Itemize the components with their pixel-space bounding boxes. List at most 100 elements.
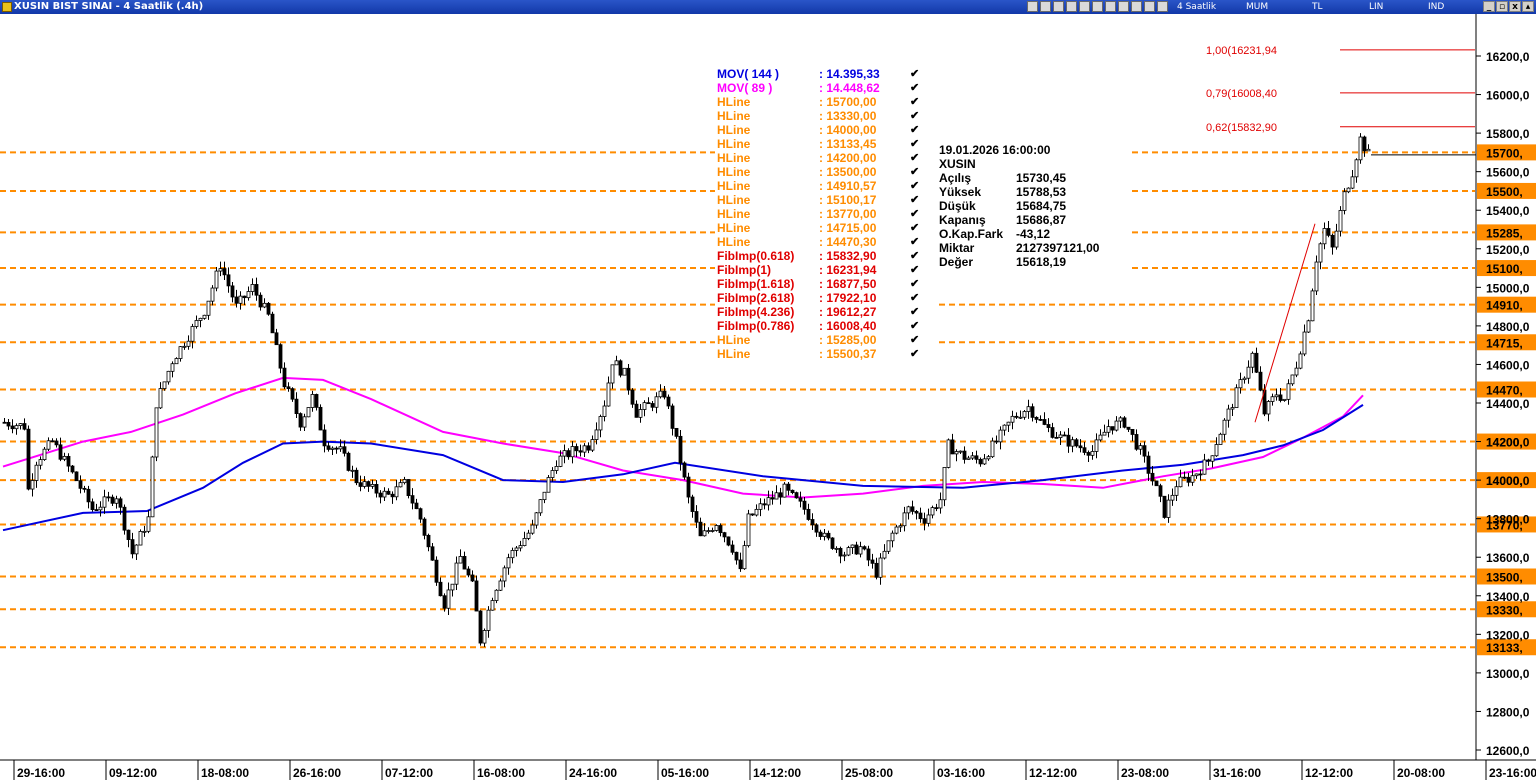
legend-name: HLine	[717, 235, 751, 249]
toolbar-grid-icon[interactable]	[1105, 1, 1116, 12]
currency-selector[interactable]: TL	[1312, 0, 1323, 14]
check-icon[interactable]: ✔	[910, 193, 919, 207]
candle-body	[646, 402, 651, 405]
candle-body	[1286, 383, 1291, 400]
candle-body	[970, 455, 975, 459]
check-icon[interactable]: ✔	[910, 179, 919, 193]
candle-body	[122, 506, 127, 531]
candle-body	[1122, 417, 1127, 428]
candle-body	[746, 513, 751, 547]
check-icon[interactable]: ✔	[910, 249, 919, 263]
candle-body	[458, 556, 463, 564]
toolbar-open-icon[interactable]	[1027, 1, 1038, 12]
legend-value: : 14715,00	[819, 221, 877, 235]
hline-label: 15500,	[1486, 185, 1523, 199]
candle-body	[158, 388, 163, 409]
check-icon[interactable]: ✔	[910, 207, 919, 221]
restore-button[interactable]: ▴	[1522, 1, 1534, 12]
info-value: 15684,75	[1016, 199, 1067, 213]
check-icon[interactable]: ✔	[910, 277, 919, 291]
check-icon[interactable]: ✔	[910, 333, 919, 347]
ma-89-line	[2, 376, 1364, 499]
candle-body	[866, 548, 871, 561]
check-icon[interactable]: ✔	[910, 263, 919, 277]
candle-body	[114, 498, 119, 504]
maximize-button[interactable]: ▫	[1496, 1, 1508, 12]
info-value: 2127397121,00	[1016, 241, 1100, 255]
candle-body	[514, 547, 519, 551]
check-icon[interactable]: ✔	[910, 95, 919, 109]
toolbar-draw-icon[interactable]	[1079, 1, 1090, 12]
candle-body	[558, 455, 563, 467]
check-icon[interactable]: ✔	[910, 81, 919, 95]
candle-body	[150, 456, 155, 518]
candle-body	[354, 469, 359, 484]
check-icon[interactable]: ✔	[910, 221, 919, 235]
candle-body	[1174, 486, 1179, 496]
candle-body	[1322, 228, 1327, 245]
legend-name: HLine	[717, 347, 751, 361]
candle-body	[694, 511, 699, 523]
candle-body	[790, 489, 795, 494]
legend-name: HLine	[717, 109, 751, 123]
check-icon[interactable]: ✔	[910, 165, 919, 179]
candle-body	[1278, 394, 1283, 401]
candle-body	[578, 450, 583, 453]
legend-name: FibImp(0.786)	[717, 319, 795, 333]
period-selector[interactable]: 4 Saatlik	[1177, 0, 1216, 14]
mode-selector[interactable]: IND	[1428, 0, 1444, 14]
toolbar-settings-icon[interactable]	[1118, 1, 1129, 12]
check-icon[interactable]: ✔	[910, 151, 919, 165]
x-tick-label: 07-12:00	[385, 766, 433, 780]
check-icon[interactable]: ✔	[910, 347, 919, 361]
candle-body	[382, 490, 387, 498]
check-icon[interactable]: ✔	[910, 137, 919, 151]
chart-style-selector[interactable]: MUM	[1246, 0, 1268, 14]
legend-value: : 13770,00	[819, 207, 877, 221]
candle-body	[1166, 499, 1171, 518]
toolbar-print-icon[interactable]	[1131, 1, 1142, 12]
toolbar-chart-icon[interactable]	[1066, 1, 1077, 12]
toolbar-zoom-icon[interactable]	[1092, 1, 1103, 12]
app-icon	[2, 2, 12, 12]
toolbar-indicator-icon[interactable]	[1053, 1, 1064, 12]
check-icon[interactable]: ✔	[910, 67, 919, 81]
candle-body	[750, 513, 755, 516]
candle-body	[1026, 406, 1031, 412]
hline-label: 13500,	[1486, 571, 1523, 585]
candle-body	[870, 559, 875, 564]
candle-body	[334, 447, 339, 450]
candle-body	[14, 425, 19, 430]
candle-body	[1234, 387, 1239, 408]
scale-selector[interactable]: LIN	[1369, 0, 1383, 14]
candle-body	[494, 589, 499, 601]
candle-body	[266, 302, 271, 315]
check-icon[interactable]: ✔	[910, 305, 919, 319]
candle-body	[94, 509, 99, 511]
toolbar-refresh-icon[interactable]	[1144, 1, 1155, 12]
minimize-button[interactable]: _	[1483, 1, 1495, 12]
legend-value: : 16877,50	[819, 277, 877, 291]
candle-body	[786, 483, 791, 491]
candle-body	[610, 364, 615, 384]
candle-body	[902, 512, 907, 527]
y-tick-label: 14000,0	[1486, 474, 1530, 488]
candle-body	[490, 600, 495, 611]
candle-body	[834, 547, 839, 550]
legend-name: HLine	[717, 95, 751, 109]
toolbar-save-icon[interactable]	[1040, 1, 1051, 12]
check-icon[interactable]: ✔	[910, 123, 919, 137]
toolbar-chevron-down-icon[interactable]	[1157, 1, 1168, 12]
check-icon[interactable]: ✔	[910, 291, 919, 305]
candle-body	[1282, 398, 1287, 401]
close-button[interactable]: x	[1509, 1, 1521, 12]
legend-name: HLine	[717, 137, 751, 151]
legend-value: : 19612,27	[819, 305, 877, 319]
candle-body	[722, 532, 727, 538]
candle-body	[1334, 230, 1339, 248]
check-icon[interactable]: ✔	[910, 109, 919, 123]
check-icon[interactable]: ✔	[910, 235, 919, 249]
check-icon[interactable]: ✔	[910, 319, 919, 333]
candle-body	[830, 537, 835, 549]
legend-name: FibImp(2.618)	[717, 291, 795, 305]
